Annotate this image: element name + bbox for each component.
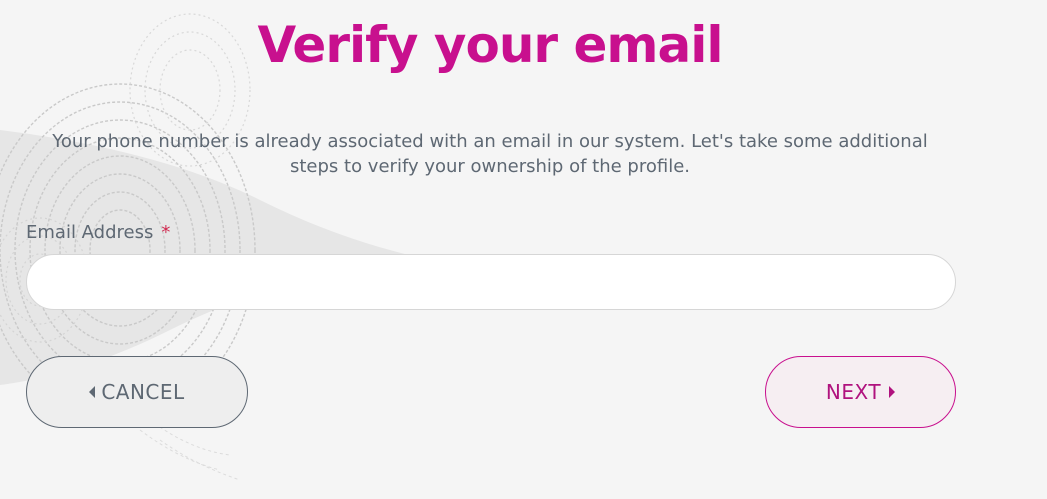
email-input[interactable] <box>26 254 956 310</box>
email-label-text: Email Address <box>26 222 154 243</box>
page-title: Verify your email <box>257 16 723 74</box>
email-label: Email Address * <box>26 222 170 243</box>
next-button[interactable]: NEXT <box>765 356 956 428</box>
required-marker: * <box>161 222 171 243</box>
caret-right-icon <box>889 386 896 398</box>
caret-left-icon <box>89 386 96 398</box>
next-button-label: NEXT <box>825 380 882 404</box>
cancel-button[interactable]: CANCEL <box>26 356 248 428</box>
cancel-button-label: CANCEL <box>101 380 185 404</box>
verify-email-page: Verify your email Your phone number is a… <box>0 0 1047 499</box>
page-description: Your phone number is already associated … <box>52 131 928 177</box>
